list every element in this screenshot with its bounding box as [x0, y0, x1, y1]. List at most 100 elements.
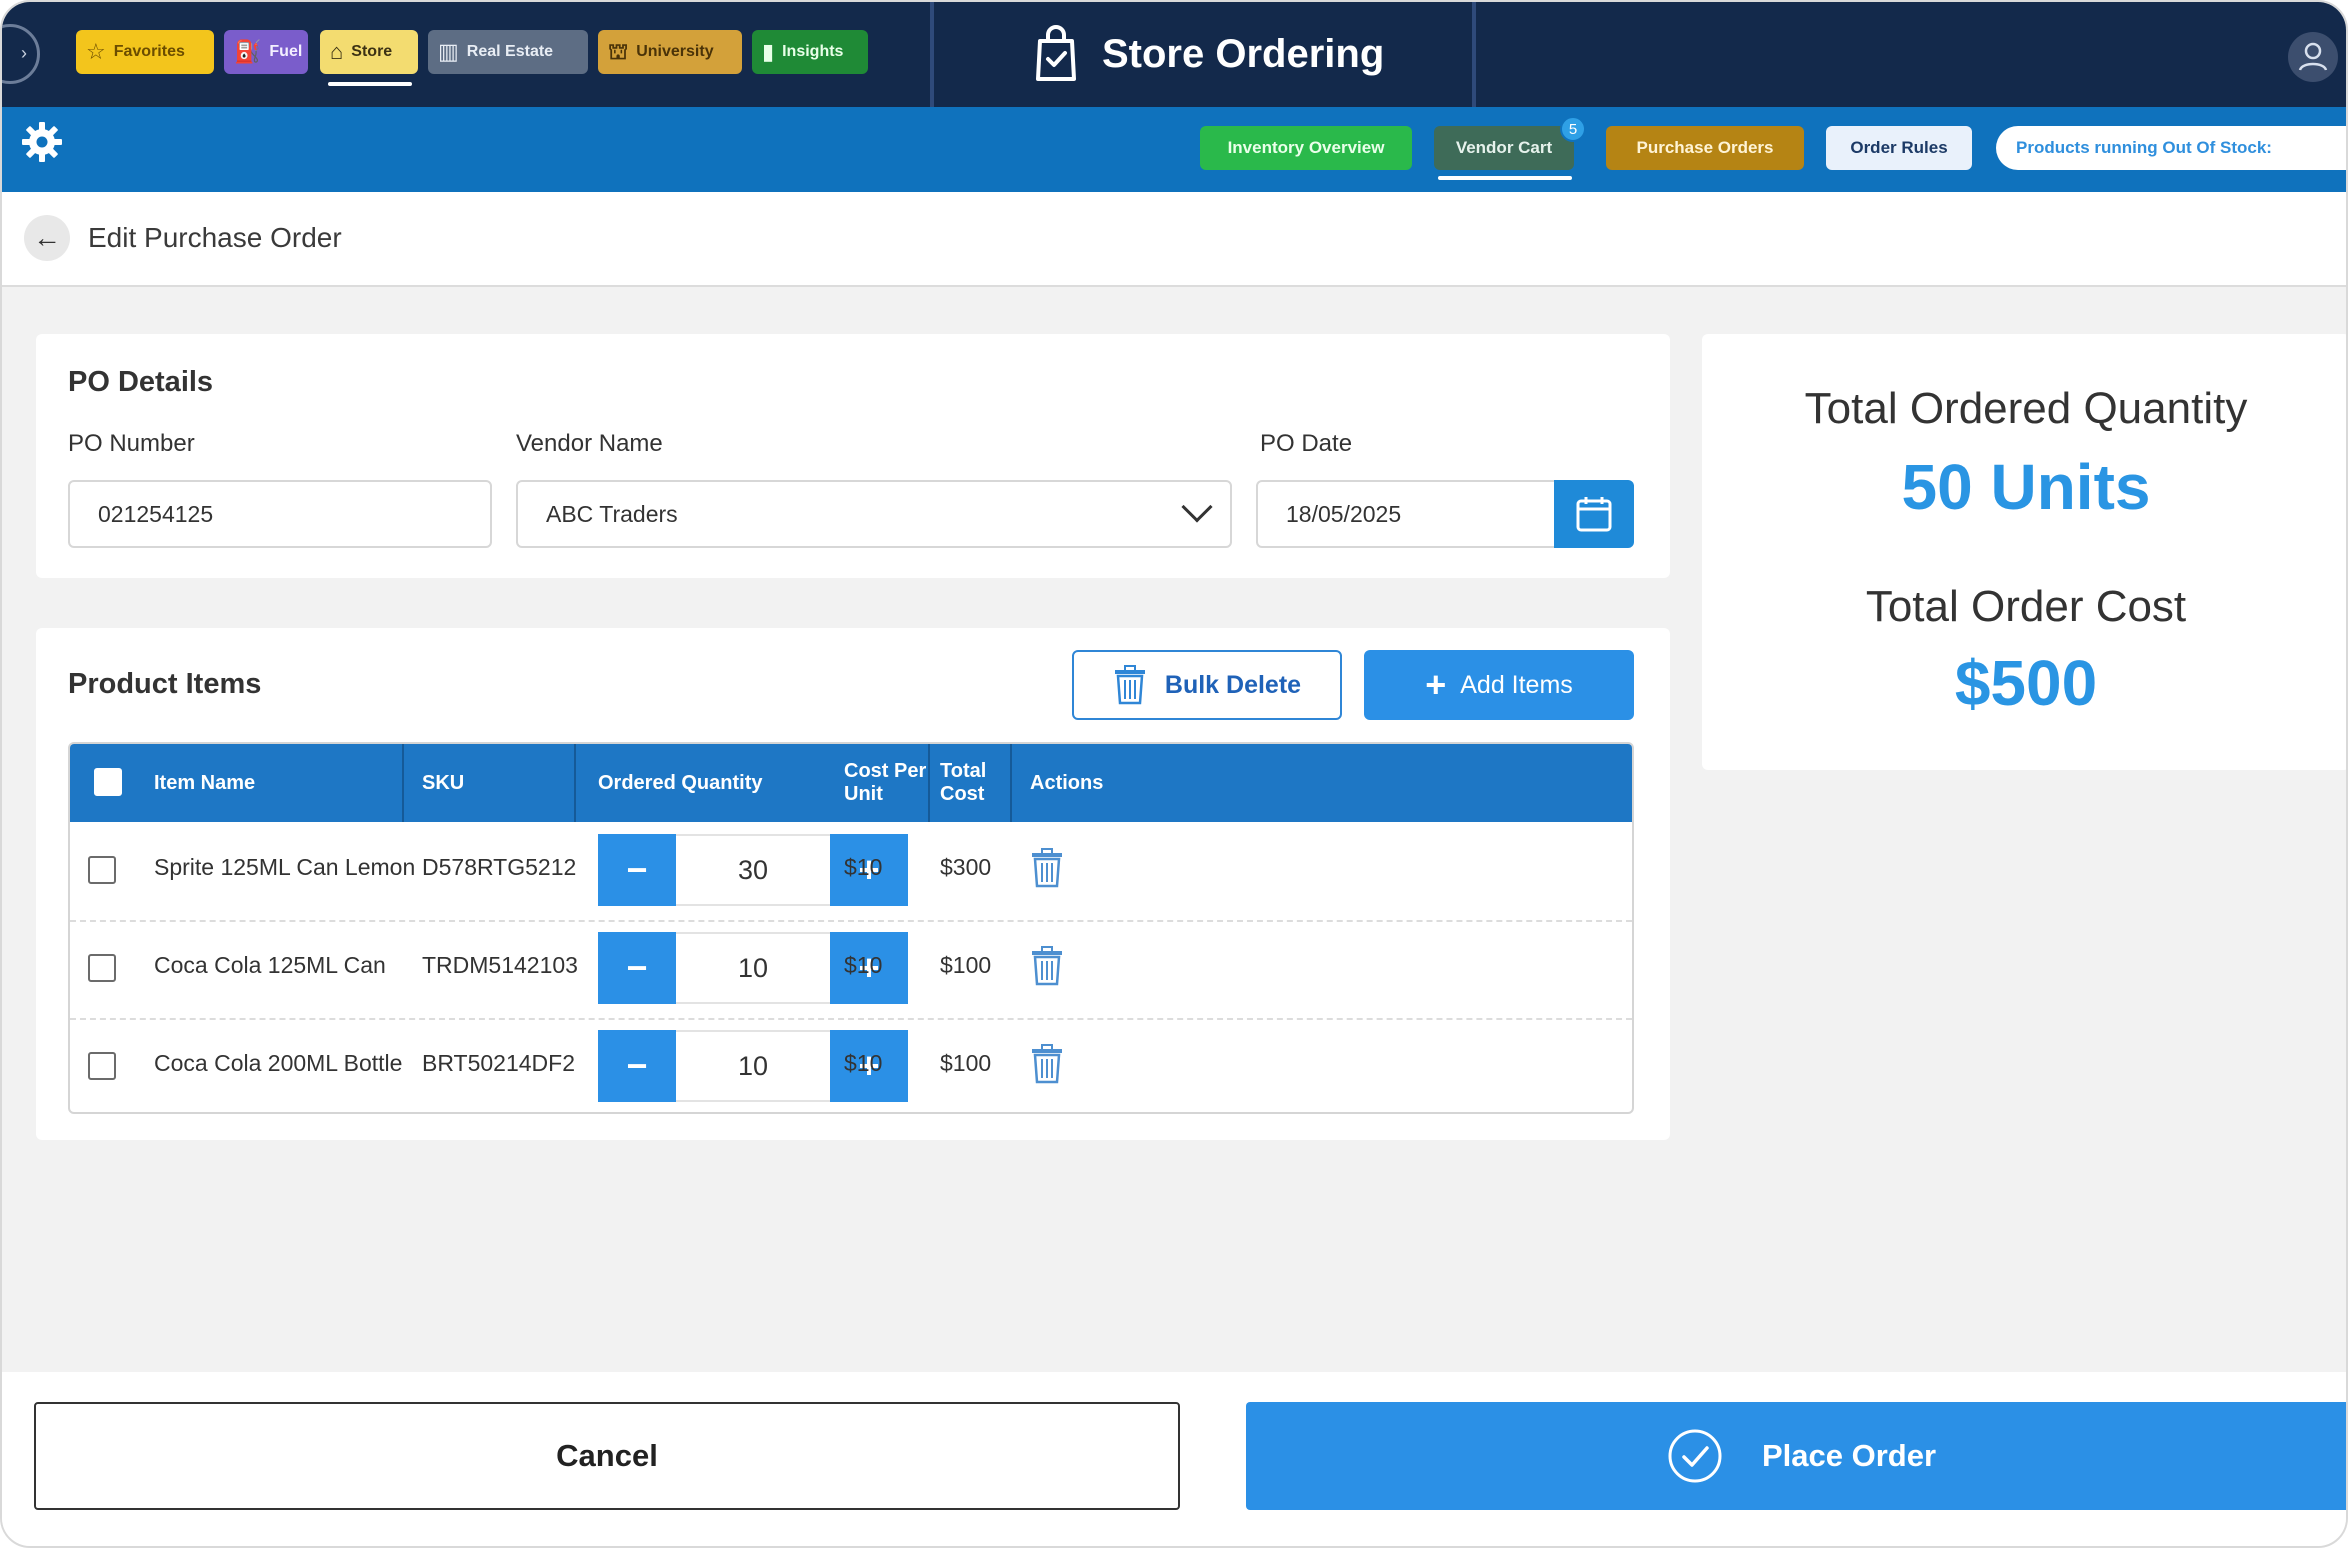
table-row: Coca Cola 200ML Bottle BRT50214DF2 − 10 …: [70, 1018, 1632, 1112]
delete-row-trash-icon[interactable]: [1030, 1044, 1064, 1084]
tab-label: Insights: [782, 43, 844, 60]
row-checkbox[interactable]: [88, 1052, 116, 1080]
vendor-cart-count-badge: 5: [1560, 116, 1586, 142]
po-details-title: PO Details: [68, 366, 214, 398]
order-summary-card: Total Ordered Quantity 50 Units Total Or…: [1702, 334, 2346, 770]
column-header-actions: Actions: [1030, 771, 1104, 794]
table-row: Sprite 125ML Can Lemon D578RTG5212 − 30 …: [70, 822, 1632, 920]
cost-per-unit-cell: $10: [844, 952, 883, 978]
plus-icon: +: [1425, 664, 1447, 705]
person-icon: [2298, 42, 2328, 71]
column-divider: [574, 744, 576, 822]
trash-icon: [1114, 665, 1145, 705]
subnav-order-rules[interactable]: Order Rules: [1826, 126, 1972, 170]
column-divider: [928, 744, 930, 822]
total-cost-label: Total Order Cost: [1865, 582, 2187, 631]
building-icon: ▥: [438, 39, 459, 64]
total-quantity-value: 50 Units: [1901, 451, 2151, 523]
tab-university[interactable]: ⛫ University: [598, 30, 742, 74]
bulk-delete-button[interactable]: Bulk Delete: [1072, 650, 1342, 720]
app-title: Store Ordering: [1032, 20, 1384, 88]
tab-store[interactable]: ⌂ Store: [320, 30, 418, 74]
graduation-icon: ⛫: [608, 39, 629, 64]
decrease-quantity-button[interactable]: −: [598, 834, 676, 906]
bar-chart-icon: ▮: [762, 39, 775, 64]
page-header: [2, 192, 2346, 287]
active-subnav-indicator: [1438, 176, 1572, 180]
po-date-label: PO Date: [1260, 430, 1353, 457]
po-date-value: 18/05/2025: [1286, 500, 1402, 527]
subnav-purchase-orders[interactable]: Purchase Orders: [1606, 126, 1804, 170]
select-all-checkbox[interactable]: [94, 768, 122, 796]
add-items-button[interactable]: + Add Items: [1364, 650, 1634, 720]
cancel-button[interactable]: Cancel: [34, 1402, 1180, 1510]
item-name-cell: Coca Cola 200ML Bottle: [154, 1050, 403, 1076]
quantity-value[interactable]: 10: [676, 932, 830, 1004]
back-arrow-icon[interactable]: ←: [24, 215, 70, 261]
divider: [1472, 2, 1476, 107]
cost-per-unit-cell: $10: [844, 1050, 883, 1076]
tab-real-estate[interactable]: ▥ Real Estate: [428, 30, 588, 74]
column-header-ordered-quantity: Ordered Quantity: [598, 771, 763, 794]
divider: [930, 2, 934, 107]
star-icon: ☆: [86, 39, 106, 64]
user-avatar-icon[interactable]: [2288, 32, 2338, 82]
cancel-label: Cancel: [556, 1438, 658, 1473]
delete-row-trash-icon[interactable]: [1030, 946, 1064, 986]
tab-label: Favorites: [113, 43, 185, 60]
calendar-icon: [1576, 497, 1612, 532]
vendor-name-value: ABC Traders: [546, 500, 678, 527]
vendor-name-label: Vendor Name: [516, 430, 663, 457]
product-items-title: Product Items: [68, 668, 262, 700]
item-name-cell: Coca Cola 125ML Can: [154, 952, 386, 978]
row-checkbox[interactable]: [88, 954, 116, 982]
gear-icon[interactable]: [20, 120, 64, 164]
place-order-label: Place Order: [1761, 1438, 1937, 1473]
item-name-cell: Sprite 125ML Can Lemon: [154, 854, 416, 880]
vendor-name-select[interactable]: ABC Traders: [516, 480, 1232, 548]
cost-per-unit-cell: $10: [844, 854, 883, 880]
store-icon: ⌂: [330, 39, 344, 64]
chevron-right-icon: ›: [21, 43, 27, 63]
subnav-inventory-overview[interactable]: Inventory Overview: [1200, 126, 1412, 170]
total-cost-value: $500: [1954, 647, 2098, 719]
total-cost-cell: $100: [940, 952, 992, 978]
po-number-value: 021254125: [98, 500, 214, 527]
row-checkbox[interactable]: [88, 856, 116, 884]
column-header-total-cost: Total Cost: [940, 760, 987, 805]
sku-cell: TRDM5142103: [422, 952, 578, 978]
place-order-button[interactable]: Place Order: [1246, 1402, 2346, 1510]
quantity-value[interactable]: 10: [676, 1030, 830, 1102]
tab-favorites[interactable]: ☆ Favorites: [76, 30, 214, 74]
column-header-item-name: Item Name: [154, 771, 256, 794]
chevron-down-icon: [1181, 491, 1213, 523]
quantity-value[interactable]: 30: [676, 834, 830, 906]
tab-label: University: [636, 43, 714, 60]
column-header-sku: SKU: [422, 771, 465, 794]
column-divider: [402, 744, 404, 822]
add-items-label: Add Items: [1460, 670, 1573, 699]
total-cost-cell: $300: [940, 854, 992, 880]
product-items-table: Item Name SKU Ordered Quantity Cost Per …: [68, 742, 1634, 1114]
delete-row-trash-icon[interactable]: [1030, 848, 1064, 888]
po-number-input[interactable]: 021254125: [68, 480, 492, 548]
tab-label: Store: [351, 43, 393, 60]
decrease-quantity-button[interactable]: −: [598, 1030, 676, 1102]
shopping-bag-icon: [1036, 25, 1076, 81]
app-window: › ☆ Favorites ⛽ Fuel ⌂ Store ▥ Real Esta…: [0, 0, 2348, 1548]
calendar-button[interactable]: [1554, 480, 1634, 548]
po-date-input[interactable]: 18/05/2025: [1256, 480, 1556, 548]
page-title: Edit Purchase Order: [88, 222, 342, 253]
column-divider: [1010, 744, 1012, 822]
tab-insights[interactable]: ▮ Insights: [752, 30, 868, 74]
app-title-text: Store Ordering: [1102, 31, 1385, 76]
tab-fuel[interactable]: ⛽ Fuel: [224, 30, 308, 74]
total-quantity-label: Total Ordered Quantity: [1804, 384, 2248, 433]
subnav-out-of-stock[interactable]: Products running Out Of Stock:: [1996, 126, 2346, 170]
sku-cell: BRT50214DF2: [422, 1050, 575, 1076]
decrease-quantity-button[interactable]: −: [598, 932, 676, 1004]
sku-cell: D578RTG5212: [422, 854, 577, 880]
po-number-label: PO Number: [68, 430, 195, 457]
subnav-vendor-cart[interactable]: Vendor Cart: [1434, 126, 1574, 170]
active-tab-indicator: [328, 82, 412, 86]
